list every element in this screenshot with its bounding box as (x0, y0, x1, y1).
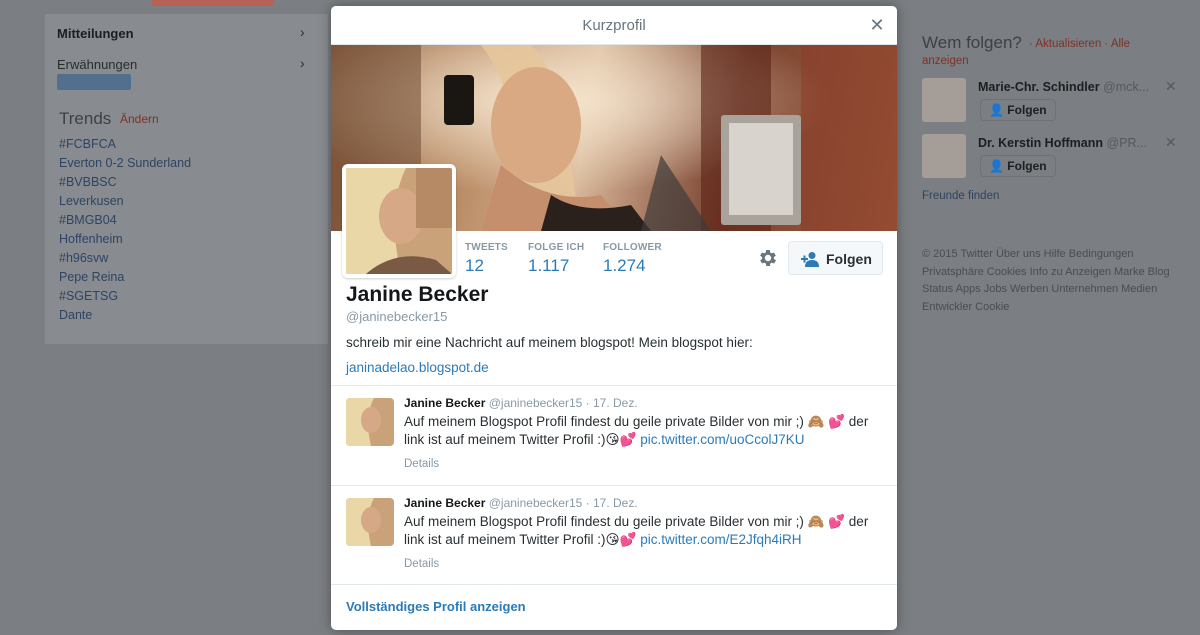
trend-item[interactable]: Dante (59, 306, 92, 325)
stat-value: 1.117 (528, 256, 570, 275)
stat-value: 1.274 (603, 256, 646, 275)
trend-item[interactable]: Everton 0-2 Sunderland (59, 154, 191, 173)
footer-links[interactable]: © 2015 Twitter Über uns Hilfe Bedingunge… (922, 246, 1192, 316)
add-user-icon (801, 251, 821, 267)
stat-following[interactable]: FOLGE ICH 1.117 (528, 242, 584, 276)
trend-item[interactable]: Leverkusen (59, 192, 124, 211)
tweet-author-handle[interactable]: @janinebecker15 (489, 396, 583, 410)
suggestion-follow-button[interactable]: 👤 Folgen (980, 99, 1056, 121)
avatar[interactable] (922, 78, 966, 122)
avatar-photo (346, 168, 452, 274)
tweet-header: Janine Becker @janinebecker15 · 17. Dez. (404, 396, 638, 410)
logo-fragment (57, 74, 131, 90)
tweet-media-link[interactable]: pic.twitter.com/E2Jfqh4iRH (640, 532, 801, 547)
dismiss-icon[interactable]: ✕ (1165, 134, 1177, 151)
tweet-avatar[interactable] (346, 498, 394, 546)
tweet-item[interactable]: Janine Becker @janinebecker15 · 17. Dez.… (331, 385, 897, 485)
tweet-header: Janine Becker @janinebecker15 · 17. Dez. (404, 496, 638, 510)
avatar[interactable] (922, 134, 966, 178)
trend-item[interactable]: #BVBBSC (59, 173, 117, 192)
trend-item[interactable]: #h96svw (59, 249, 108, 268)
tweet-details-link[interactable]: Details (404, 558, 439, 570)
close-icon[interactable]: ✕ (867, 15, 887, 35)
profile-avatar[interactable] (342, 164, 456, 278)
profile-popup-modal: Kurzprofil ✕ TWEETS 12 FOLGE ICH 1.117 F… (331, 6, 897, 630)
tweet-author-name[interactable]: Janine Becker (404, 396, 485, 410)
trends-title: Trends (59, 109, 112, 128)
stat-label: FOLGE ICH (528, 242, 585, 253)
modal-title: Kurzprofil (582, 17, 646, 34)
dismiss-icon[interactable]: ✕ (1165, 78, 1177, 95)
stat-label: TWEETS (465, 242, 508, 253)
who-to-follow-title: Wem folgen? (922, 33, 1022, 52)
tweet-date[interactable]: · 17. Dez. (586, 496, 638, 510)
suggestion-item: Dr. Kerstin Hoffmann @PR... 👤 Folgen ✕ (922, 134, 1192, 184)
stat-followers[interactable]: FOLLOWER 1.274 (603, 242, 662, 276)
tweet-details-link[interactable]: Details (404, 458, 439, 470)
nav-item-mentions[interactable]: Erwähnungen (57, 57, 137, 72)
tweet-author-name[interactable]: Janine Becker (404, 496, 485, 510)
background-left-column: Mitteilungen › Erwähnungen › Trends Ände… (45, 14, 328, 344)
background-accent-bar (152, 0, 274, 6)
full-profile-footer: Vollständiges Profil anzeigen (331, 584, 897, 630)
profile-website-link[interactable]: janinadelao.blogspot.de (346, 360, 489, 375)
who-to-follow-links-more[interactable]: anzeigen (922, 55, 969, 67)
suggestion-name[interactable]: Dr. Kerstin Hoffmann @PR... (978, 136, 1147, 150)
profile-handle: @janinebecker15 (346, 309, 448, 324)
follow-button-label: Folgen (826, 251, 872, 267)
suggestion-name[interactable]: Marie-Chr. Schindler @mck... (978, 80, 1149, 94)
follow-button[interactable]: Folgen (788, 241, 883, 275)
trend-item[interactable]: #SGETSG (59, 287, 118, 306)
gear-icon[interactable] (757, 247, 779, 269)
stat-value: 12 (465, 256, 484, 275)
stat-tweets[interactable]: TWEETS 12 (465, 242, 508, 276)
background-right-column: Wem folgen? · Aktualisieren · Alle anzei… (909, 14, 1200, 334)
tweet-text: Auf meinem Blogspot Profil findest du ge… (404, 414, 869, 447)
profile-name[interactable]: Janine Becker (346, 283, 488, 307)
trend-item[interactable]: Hoffenheim (59, 230, 123, 249)
tweet-date[interactable]: · 17. Dez. (586, 396, 638, 410)
trends-change-link[interactable]: Ändern (120, 112, 159, 126)
trend-item[interactable]: #BMGB04 (59, 211, 117, 230)
modal-header: Kurzprofil ✕ (331, 6, 897, 45)
tweet-item[interactable]: Janine Becker @janinebecker15 · 17. Dez.… (331, 485, 897, 585)
chevron-right-icon: › (300, 55, 305, 71)
profile-bio: schreib mir eine Nachricht auf meinem bl… (346, 335, 753, 350)
stat-label: FOLLOWER (603, 242, 662, 253)
tweet-author-handle[interactable]: @janinebecker15 (489, 496, 583, 510)
find-friends-link[interactable]: Freunde finden (922, 190, 999, 202)
view-full-profile-link[interactable]: Vollständiges Profil anzeigen (346, 599, 526, 614)
trend-item[interactable]: #FCBFCA (59, 135, 116, 154)
tweet-text: Auf meinem Blogspot Profil findest du ge… (404, 514, 869, 547)
nav-item-notifications[interactable]: Mitteilungen (57, 26, 134, 41)
tweet-avatar[interactable] (346, 398, 394, 446)
chevron-right-icon: › (300, 24, 305, 40)
suggestion-item: Marie-Chr. Schindler @mck... 👤 Folgen ✕ (922, 78, 1192, 128)
suggestion-follow-button[interactable]: 👤 Folgen (980, 155, 1056, 177)
who-to-follow-links[interactable]: · Aktualisieren · Alle (1029, 38, 1130, 50)
tweet-media-link[interactable]: pic.twitter.com/uoCcolJ7KU (640, 432, 804, 447)
trend-item[interactable]: Pepe Reina (59, 268, 124, 287)
